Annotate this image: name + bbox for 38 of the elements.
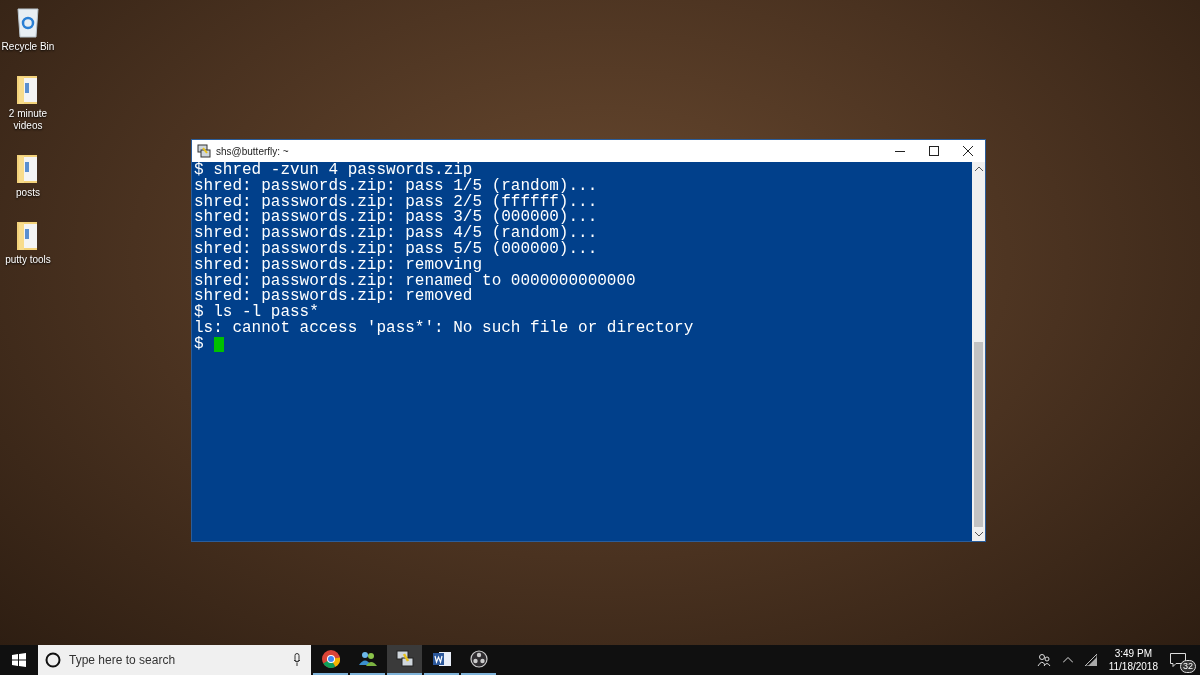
taskbar-app-button[interactable] — [387, 645, 422, 675]
desktop-icon-label[interactable]: 2 minute videos — [0, 108, 57, 132]
terminal-line: shred: passwords.zip: pass 5/5 (000000)... — [194, 242, 599, 258]
clock[interactable]: 3:49 PM 11/18/2018 — [1108, 647, 1158, 673]
desktop-icon-label[interactable]: Recycle Bin — [0, 41, 57, 53]
terminal-line: ls: cannot access 'pass*': No such file or directory — [194, 320, 695, 337]
terminal-line: shred: passwords.zip: pass 4/5 (random)... — [194, 226, 599, 242]
clock-date: 11/18/2018 — [1108, 660, 1158, 673]
scroll-up-icon[interactable] — [974, 166, 983, 172]
terminal-icon — [395, 650, 414, 668]
close-icon[interactable] — [963, 146, 973, 156]
terminal-line: $ ls -l pass* — [194, 305, 319, 321]
microphone-icon[interactable] — [293, 653, 301, 667]
scroll-down-icon[interactable] — [974, 531, 983, 537]
recorder-icon — [469, 650, 488, 668]
scrollbar[interactable] — [972, 162, 985, 541]
browser-icon — [321, 650, 340, 668]
desktop-icon-label[interactable]: posts — [0, 187, 57, 199]
search-bar[interactable]: Type here to search — [38, 645, 311, 675]
terminal-line: $ shred -zvun 4 passwords.zip — [194, 163, 473, 179]
word-document-icon — [432, 651, 451, 667]
desktop-icon-label[interactable]: putty tools — [0, 254, 57, 266]
clock-time: 3:49 PM — [1114, 647, 1152, 660]
maximize-icon[interactable] — [929, 146, 939, 156]
terminal-app-icon — [197, 144, 211, 158]
recycle-bin-icon[interactable] — [15, 6, 41, 38]
notification-count-badge: 32 — [1180, 660, 1196, 673]
chevron-up-icon[interactable] — [1062, 657, 1073, 663]
search-icon — [45, 652, 61, 668]
scrollbar-thumb[interactable] — [974, 342, 983, 527]
shell-prompt: $ — [194, 336, 204, 353]
window-title: shs@butterfly: ~ — [216, 145, 289, 157]
wifi-icon[interactable] — [1084, 654, 1097, 666]
windows-logo-icon[interactable] — [12, 653, 26, 667]
people-icon — [358, 651, 377, 667]
people-icon[interactable] — [1036, 653, 1051, 667]
search-input[interactable]: Type here to search — [67, 652, 287, 668]
text-cursor — [213, 337, 224, 353]
